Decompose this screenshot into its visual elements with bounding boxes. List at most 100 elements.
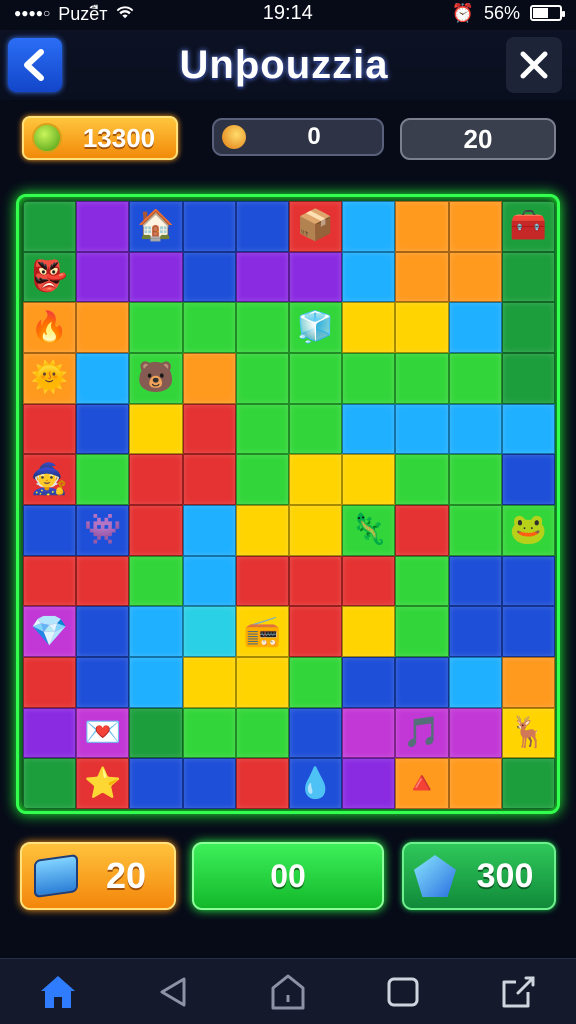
puzzle-tile[interactable] <box>395 403 449 455</box>
puzzle-tile[interactable] <box>501 353 555 404</box>
puzzle-tile[interactable] <box>129 555 183 607</box>
puzzle-tile[interactable] <box>129 505 183 556</box>
puzzle-tile[interactable] <box>501 251 555 303</box>
puzzle-tile[interactable] <box>235 454 289 505</box>
house-icon[interactable]: 🏠 <box>129 201 182 252</box>
puzzle-tile[interactable] <box>342 454 396 505</box>
puzzle-tile[interactable] <box>76 606 130 657</box>
puzzle-tile[interactable] <box>129 606 183 657</box>
puzzle-tile[interactable] <box>182 606 236 657</box>
radio-icon[interactable]: 📻 <box>236 606 289 657</box>
puzzle-tile[interactable] <box>448 505 502 556</box>
puzzle-tile[interactable] <box>23 555 77 607</box>
puzzle-tile[interactable] <box>23 201 77 252</box>
puzzle-tile[interactable] <box>129 302 183 353</box>
ice-cube-icon[interactable]: 🧊 <box>289 302 342 353</box>
coins-counter[interactable]: 13300 <box>22 116 178 160</box>
gems-button[interactable]: 300 <box>402 842 556 910</box>
puzzle-tile[interactable] <box>182 302 236 353</box>
puzzle-tile[interactable] <box>501 606 555 657</box>
puzzle-tile[interactable] <box>342 353 396 404</box>
crystal-icon[interactable]: 💎 <box>23 606 76 657</box>
puzzle-tile[interactable] <box>342 606 396 657</box>
puzzle-tile[interactable] <box>395 454 449 505</box>
puzzle-tile[interactable] <box>448 555 502 607</box>
puzzle-tile[interactable] <box>448 302 502 353</box>
puzzle-tile[interactable] <box>76 302 130 353</box>
puzzle-tile[interactable] <box>395 353 449 404</box>
puzzle-tile[interactable] <box>235 353 289 404</box>
puzzle-tile[interactable] <box>23 707 77 759</box>
puzzle-tile[interactable] <box>395 251 449 303</box>
bear-creature-icon[interactable]: 🐻 <box>129 353 182 404</box>
puzzle-tile[interactable] <box>395 657 449 708</box>
puzzle-tile[interactable] <box>289 657 343 708</box>
puzzle-tile[interactable] <box>448 606 502 657</box>
puzzle-tile[interactable] <box>76 555 130 607</box>
puzzle-tile[interactable] <box>501 758 555 809</box>
puzzle-tile[interactable] <box>182 201 236 252</box>
puzzle-tile[interactable] <box>76 657 130 708</box>
triangle-flag-icon[interactable]: 🔺 <box>395 758 448 809</box>
puzzle-tile[interactable] <box>342 657 396 708</box>
deer-creature-icon[interactable]: 🦌 <box>502 708 555 759</box>
puzzle-tile[interactable] <box>129 707 183 759</box>
puzzle-tile[interactable] <box>235 251 289 303</box>
puzzle-tile[interactable] <box>235 201 289 252</box>
puzzle-tile[interactable] <box>289 606 343 657</box>
cubes-button[interactable]: 20 <box>20 842 176 910</box>
puzzle-tile[interactable] <box>289 454 343 505</box>
star-icon[interactable]: ⭐ <box>76 758 129 809</box>
puzzle-tile[interactable] <box>289 251 343 303</box>
puzzle-tile[interactable] <box>448 251 502 303</box>
puzzle-tile[interactable] <box>289 403 343 455</box>
puzzle-tile[interactable] <box>182 251 236 303</box>
puzzle-tile[interactable] <box>448 657 502 708</box>
puzzle-tile[interactable] <box>342 201 396 252</box>
heart-card-icon[interactable]: 💌 <box>76 708 129 759</box>
puzzle-tile[interactable] <box>395 606 449 657</box>
puzzle-tile[interactable] <box>448 353 502 404</box>
puzzle-tile[interactable] <box>23 758 77 809</box>
puzzle-tile[interactable] <box>448 201 502 252</box>
puzzle-tile[interactable] <box>76 201 130 252</box>
puzzle-tile[interactable] <box>448 758 502 809</box>
puzzle-tile[interactable] <box>501 555 555 607</box>
puzzle-tile[interactable] <box>342 403 396 455</box>
puzzle-tile[interactable] <box>342 555 396 607</box>
puzzle-tile[interactable] <box>395 201 449 252</box>
puzzle-tile[interactable] <box>23 657 77 708</box>
puzzle-tile[interactable] <box>182 454 236 505</box>
puzzle-tile[interactable] <box>182 758 236 809</box>
puzzle-tile[interactable] <box>182 505 236 556</box>
puzzle-tile[interactable] <box>235 505 289 556</box>
puzzle-tile[interactable] <box>501 657 555 708</box>
puzzle-tile[interactable] <box>182 403 236 455</box>
puzzle-tile[interactable] <box>235 758 289 809</box>
puzzle-tile[interactable] <box>395 302 449 353</box>
puzzle-tile[interactable] <box>235 707 289 759</box>
water-drop-icon[interactable]: 💧 <box>289 758 342 809</box>
puzzle-tile[interactable] <box>182 657 236 708</box>
puzzle-tile[interactable] <box>289 707 343 759</box>
puzzle-tile[interactable] <box>182 555 236 607</box>
puzzle-tile[interactable] <box>289 555 343 607</box>
puzzle-tile[interactable] <box>342 302 396 353</box>
puzzle-tile[interactable] <box>235 403 289 455</box>
back-button[interactable] <box>8 38 62 92</box>
puzzle-tile[interactable] <box>182 353 236 404</box>
music-note-icon[interactable]: 🎵 <box>395 708 448 759</box>
nav-home[interactable] <box>34 968 82 1016</box>
puzzle-tile[interactable] <box>182 707 236 759</box>
flame-icon[interactable]: 🔥 <box>23 302 76 353</box>
puzzle-tile[interactable] <box>235 555 289 607</box>
nav-share[interactable] <box>494 968 542 1016</box>
puzzle-tile[interactable] <box>342 758 396 809</box>
puzzle-tile[interactable] <box>76 251 130 303</box>
puzzle-tile[interactable] <box>76 353 130 404</box>
puzzle-tile[interactable] <box>448 454 502 505</box>
puzzle-tile[interactable] <box>501 403 555 455</box>
puzzle-board[interactable]: 🏠 📦 🧰 👺 🔥 🌞 🐻 🧊 🧙 👾 🦎 🐸 ⭐ 🎵 💧 🦌 📻 🔺 💎 💌 <box>23 201 555 809</box>
puzzle-tile[interactable] <box>129 403 183 455</box>
puzzle-tile[interactable] <box>448 707 502 759</box>
